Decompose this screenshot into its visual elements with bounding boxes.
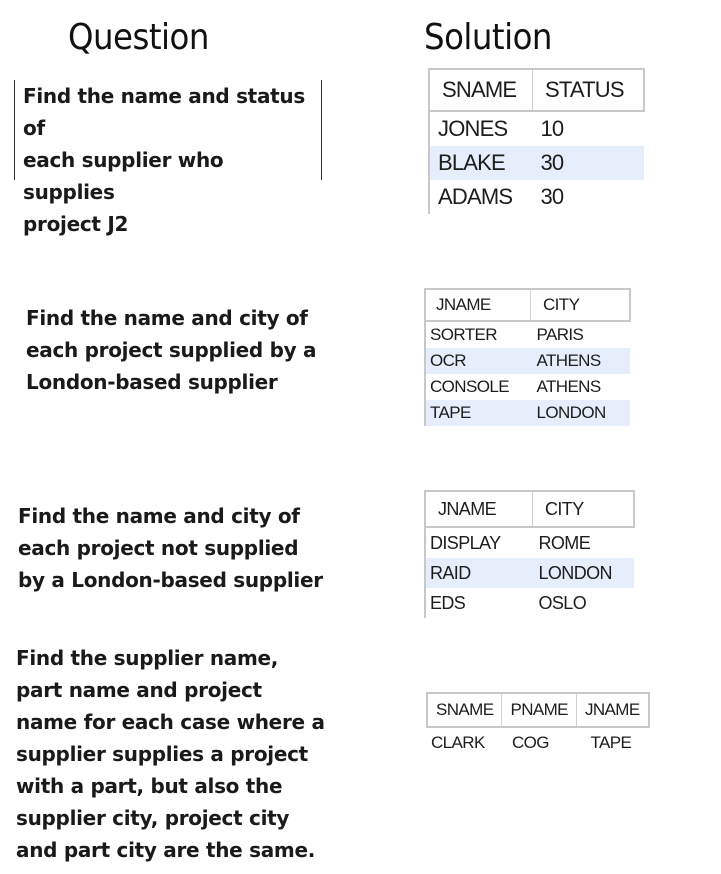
- question-line: part name and project: [16, 678, 262, 702]
- table-cell: 10: [540, 116, 565, 141]
- column-header: CITY: [530, 288, 631, 322]
- column-header: STATUS: [532, 68, 645, 112]
- question-line: Find the name and status of: [23, 84, 305, 140]
- question-4: Find the supplier name, part name and pr…: [16, 642, 326, 866]
- table-cell: EDS: [424, 588, 533, 618]
- column-header: JNAME: [424, 490, 533, 528]
- table-cell: RAID: [424, 558, 533, 588]
- question-line: supplier city, project city: [16, 806, 290, 830]
- table-header-row: JNAME CITY: [424, 490, 635, 528]
- column-header: SNAME: [428, 68, 533, 112]
- table-cell: SORTER: [424, 321, 531, 348]
- table-row: DISPLAY ROME: [424, 527, 634, 558]
- question-line: by a London-based supplier: [18, 568, 323, 592]
- column-header: PNAME: [501, 692, 577, 728]
- table-row: ADAMS 30: [428, 180, 644, 214]
- table-cell: ADAMS: [428, 180, 533, 214]
- table-cell: CLARK: [431, 733, 485, 752]
- question-2: Find the name and city of each project s…: [26, 302, 326, 398]
- question-line: project J2: [23, 212, 129, 236]
- column-header: CITY: [532, 490, 635, 528]
- table-cell: LONDON: [532, 558, 634, 588]
- table-row: SORTER PARIS: [424, 321, 630, 348]
- table-cell: DISPLAY: [424, 527, 533, 558]
- table-row: TAPE LONDON: [424, 400, 630, 426]
- table-cell: ATHENS: [536, 377, 602, 396]
- table-row: JONES 10: [428, 111, 644, 146]
- question-line: name for each case where a: [16, 710, 325, 734]
- table-cell: 30: [532, 146, 644, 180]
- question-heading: Question: [68, 17, 209, 58]
- question-line: each supplier who supplies: [23, 148, 224, 204]
- table-row: CLARK COG TAPE: [427, 727, 649, 758]
- table-cell: OCR: [424, 348, 531, 374]
- table-header-row: JNAME CITY: [424, 288, 631, 322]
- question-line: each project not supplied: [18, 536, 299, 560]
- table-cell: OSLO: [538, 592, 587, 613]
- table-cell: TAPE: [424, 400, 531, 426]
- table-header-row: SNAME PNAME JNAME: [426, 692, 650, 728]
- question-line: London-based supplier: [26, 370, 278, 394]
- solution-table-3: JNAME CITY DISPLAY ROME RAID LONDON EDS …: [424, 490, 635, 618]
- column-header: JNAME: [424, 288, 531, 322]
- question-line: Find the name and city of: [18, 504, 300, 528]
- solution-heading: Solution: [424, 17, 552, 58]
- table-cell: BLAKE: [428, 146, 533, 180]
- question-line: each project supplied by a: [26, 338, 317, 362]
- table-row: BLAKE 30: [428, 146, 644, 180]
- table-header-row: SNAME STATUS: [428, 68, 645, 112]
- table-cell: LONDON: [530, 400, 630, 426]
- table-row: EDS OSLO: [424, 588, 634, 618]
- table-cell: PARIS: [536, 325, 584, 344]
- question-line: and part city are the same.: [16, 838, 315, 862]
- table-row: CONSOLE ATHENS: [424, 374, 630, 400]
- solution-table-2: JNAME CITY SORTER PARIS OCR ATHENS CONSO…: [424, 288, 631, 426]
- table-cell: TAPE: [590, 733, 632, 752]
- solution-table-4: SNAME PNAME JNAME CLARK COG TAPE: [426, 692, 650, 758]
- question-line: with a part, but also the: [16, 774, 283, 798]
- table-cell: CONSOLE: [424, 374, 531, 400]
- question-line: supplier supplies a project: [16, 742, 308, 766]
- column-header: JNAME: [576, 692, 650, 728]
- table-cell: ATHENS: [530, 348, 630, 374]
- table-cell: 30: [540, 184, 565, 209]
- table-cell: COG: [511, 733, 550, 752]
- table-cell: JONES: [428, 111, 533, 146]
- solution-table-1: SNAME STATUS JONES 10 BLAKE 30 ADAMS 30: [428, 68, 645, 214]
- table-row: RAID LONDON: [424, 558, 634, 588]
- question-3: Find the name and city of each project n…: [18, 500, 328, 596]
- column-header: SNAME: [426, 692, 503, 728]
- table-row: OCR ATHENS: [424, 348, 630, 374]
- question-1: Find the name and status of each supplie…: [14, 80, 322, 236]
- question-line: Find the supplier name,: [16, 646, 279, 670]
- question-line: Find the name and city of: [26, 306, 308, 330]
- table-cell: ROME: [538, 532, 591, 553]
